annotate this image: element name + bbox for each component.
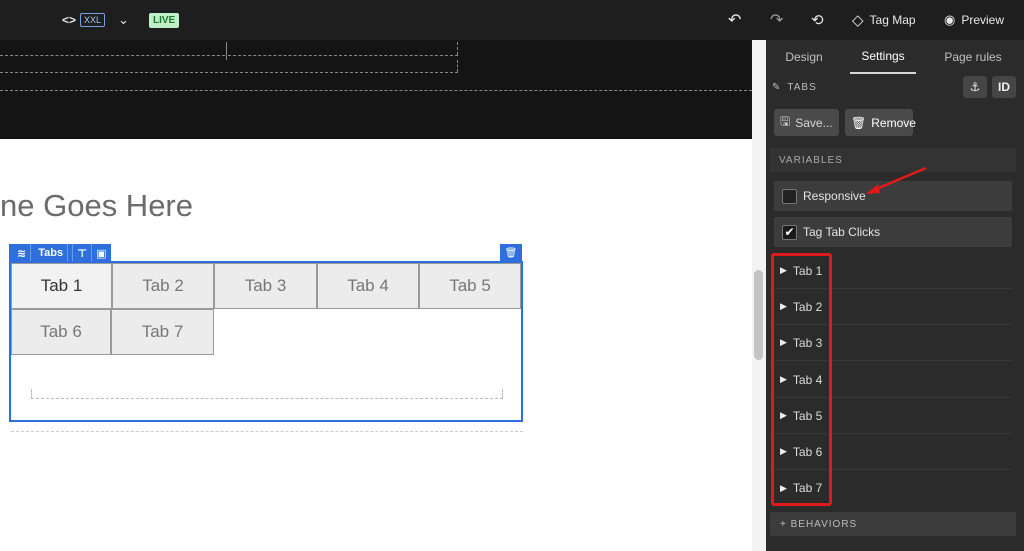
annotation-arrow-icon (866, 166, 927, 194)
component-title: TABS (787, 81, 817, 93)
scrollbar-thumb[interactable] (754, 270, 763, 360)
responsive-checkbox[interactable] (782, 188, 797, 204)
guide-line (0, 55, 225, 56)
tab-6[interactable]: Tab 6 (11, 309, 111, 355)
guide-line (0, 72, 458, 73)
guide-line (457, 60, 458, 72)
guide-line (11, 431, 523, 432)
tag-map-label: Tag Map (869, 13, 916, 27)
layout-icon[interactable]: ▣ (92, 244, 110, 262)
live-status: LIVE (149, 0, 180, 40)
remove-label: Remove (871, 115, 916, 130)
tag-tab-clicks-checkbox[interactable]: ✔ (782, 224, 797, 240)
trash-icon: 🗑 (851, 115, 867, 130)
eye-icon: ◉ (944, 12, 956, 27)
history-icon[interactable]: ⟲ (811, 0, 824, 40)
annotation-highlight-box (771, 253, 832, 506)
remove-button[interactable]: 🗑 Remove (845, 109, 916, 136)
tag-map-button[interactable]: ◇ Tag Map (852, 0, 916, 40)
guide-line (457, 42, 458, 55)
redo-icon[interactable]: ↷ (770, 0, 783, 40)
tag-icon: ◇ (852, 12, 864, 29)
undo-icon[interactable]: ↶ (728, 0, 741, 40)
tab-4[interactable]: Tab 4 (317, 263, 419, 309)
page-heading[interactable]: ne Goes Here (0, 188, 193, 224)
tab-3[interactable]: Tab 3 (214, 263, 317, 309)
trash-icon: 🗑 (504, 247, 518, 259)
preview-button[interactable]: ◉ Preview (944, 0, 1004, 40)
preview-label: Preview (961, 13, 1005, 27)
tab-2[interactable]: Tab 2 (112, 263, 214, 309)
tab-page-rules[interactable]: Page rules (934, 40, 1012, 74)
guide-line (0, 90, 752, 91)
tag-tab-clicks-option[interactable]: ✔ Tag Tab Clicks (774, 217, 1012, 247)
tab-5[interactable]: Tab 5 (419, 263, 521, 309)
layers-icon: ≋ (13, 244, 32, 262)
delete-element-button[interactable]: 🗑 (500, 244, 522, 262)
save-icon: 🖫 (780, 114, 791, 128)
save-label: Save... (795, 115, 833, 130)
canvas-dark-section (0, 40, 752, 139)
top-toolbar: <> XXL ⌄ LIVE ↶ ↷ ⟲ ◇ Tag Map ◉ Preview (0, 0, 1024, 40)
responsive-label: Responsive (803, 189, 866, 203)
pin-icon[interactable]: ⊤ (73, 244, 93, 262)
tab-design[interactable]: Design (766, 40, 842, 74)
breakpoint-badge: XXL (80, 13, 106, 27)
code-view-button[interactable]: <> XXL (62, 0, 106, 40)
live-badge: LIVE (149, 12, 180, 28)
anchor-button[interactable]: ⚓ (963, 76, 987, 98)
tab-content-area[interactable] (31, 389, 503, 399)
behaviors-section[interactable]: + BEHAVIORS (770, 512, 1016, 536)
guide-line (228, 55, 458, 56)
checkmark-icon: ✔ (784, 225, 795, 239)
tag-tab-clicks-label: Tag Tab Clicks (803, 225, 881, 239)
id-button[interactable]: ID (992, 76, 1016, 98)
pencil-icon: ✎ (772, 81, 782, 93)
tabs-element-label: Tabs (34, 244, 69, 262)
guide-line (226, 42, 227, 60)
tabs-select-button[interactable]: ≋ Tabs (9, 244, 74, 262)
tab-settings[interactable]: Settings (850, 40, 916, 74)
tab-1[interactable]: Tab 1 (11, 263, 112, 309)
save-button[interactable]: 🖫 Save... (774, 109, 839, 136)
anchor-icon: ⚓ (969, 80, 981, 94)
tab-7[interactable]: Tab 7 (111, 309, 214, 355)
code-icon: <> (62, 13, 77, 27)
tabs-element-toolbar: ≋ Tabs ⊤ ▣ (9, 244, 111, 262)
chevron-down-icon[interactable]: ⌄ (118, 0, 129, 40)
